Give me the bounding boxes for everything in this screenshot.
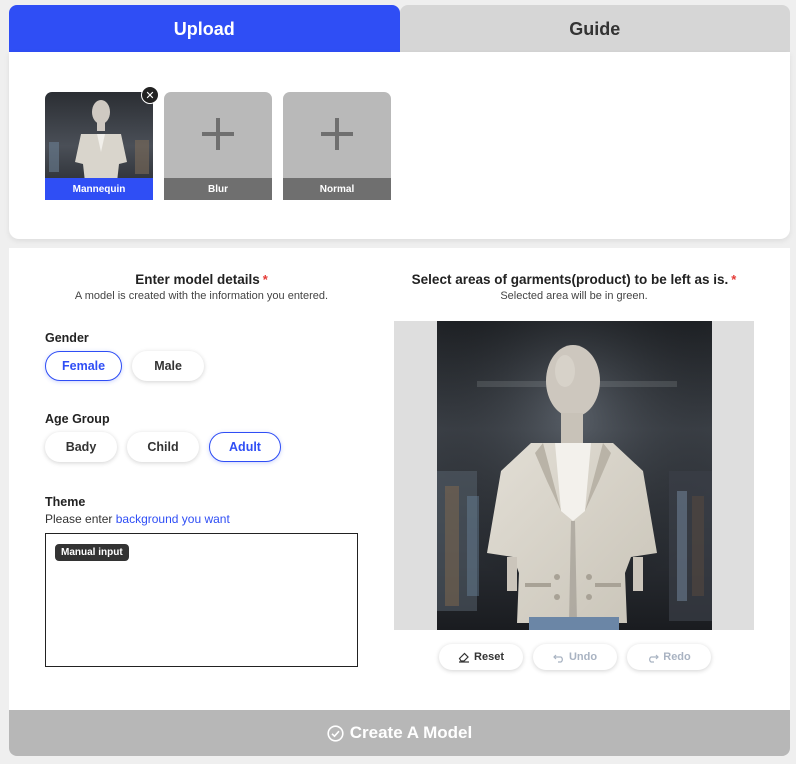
plus-icon	[202, 118, 234, 150]
slot-label: Blur	[164, 178, 272, 200]
check-circle-icon	[327, 724, 344, 742]
remove-image-button[interactable]: ✕	[141, 86, 159, 104]
tab-upload[interactable]: Upload	[9, 5, 400, 53]
selection-tools: Reset Undo Redo	[439, 644, 711, 670]
reset-label: Reset	[474, 651, 504, 663]
model-details-subtitle: A model is created with the information …	[74, 290, 329, 302]
age-option-child[interactable]: Child	[127, 432, 199, 462]
theme-label: Theme	[45, 495, 86, 509]
gender-option-female[interactable]: Female	[45, 351, 123, 381]
age-group-options: Bady Child Adult	[45, 432, 281, 462]
model-settings-panel: Enter model details * A model is created …	[9, 248, 790, 710]
age-option-baby[interactable]: Bady	[45, 432, 117, 462]
theme-hint: Please enter background you want	[45, 512, 230, 526]
create-model-button[interactable]: Create A Model	[9, 710, 790, 756]
mannequin-photo	[437, 321, 712, 630]
slot-label: Normal	[283, 178, 391, 200]
required-mark: *	[731, 272, 737, 287]
garment-selection-canvas[interactable]	[394, 321, 754, 630]
manual-input-chip[interactable]: Manual input	[55, 544, 129, 561]
undo-button[interactable]: Undo	[533, 644, 617, 670]
garment-select-subtitle: Selected area will be in green.	[500, 290, 648, 302]
theme-hint-text: Please enter	[45, 512, 116, 526]
gender-option-male[interactable]: Male	[132, 351, 205, 381]
age-option-adult[interactable]: Adult	[209, 432, 281, 462]
reset-button[interactable]: Reset	[439, 644, 523, 670]
tab-guide[interactable]: Guide	[399, 5, 790, 53]
garment-select-title: Select areas of garments(product) to be …	[411, 272, 729, 287]
upload-slot-mannequin[interactable]: Mannequin ✕	[45, 86, 159, 200]
redo-icon	[649, 654, 660, 663]
gender-label: Gender	[45, 331, 89, 345]
redo-label: Redo	[663, 651, 691, 663]
theme-input[interactable]: Manual input	[45, 533, 358, 667]
age-group-label: Age Group	[45, 412, 110, 426]
undo-icon	[553, 654, 563, 663]
upload-slot-normal[interactable]: Normal	[283, 92, 391, 200]
create-model-label: Create A Model	[349, 723, 473, 742]
model-details-title: Enter model details	[135, 272, 260, 287]
slot-label: Mannequin	[45, 178, 153, 200]
tab-bar: Upload Guide	[9, 5, 790, 53]
undo-label: Undo	[568, 651, 598, 663]
garment-select-header: Select areas of garments(product) to be …	[394, 272, 754, 302]
upload-panel: Mannequin ✕ Blur Normal	[9, 52, 790, 239]
model-details-header: Enter model details * A model is created …	[45, 272, 358, 302]
gender-options: Female Male	[45, 351, 205, 381]
redo-button[interactable]: Redo	[627, 644, 711, 670]
garment-photo	[437, 321, 712, 630]
theme-hint-link[interactable]: background you want	[116, 512, 230, 526]
upload-slot-blur[interactable]: Blur	[164, 92, 272, 200]
eraser-icon	[458, 652, 470, 663]
plus-icon	[321, 118, 353, 150]
required-mark: *	[262, 272, 268, 287]
